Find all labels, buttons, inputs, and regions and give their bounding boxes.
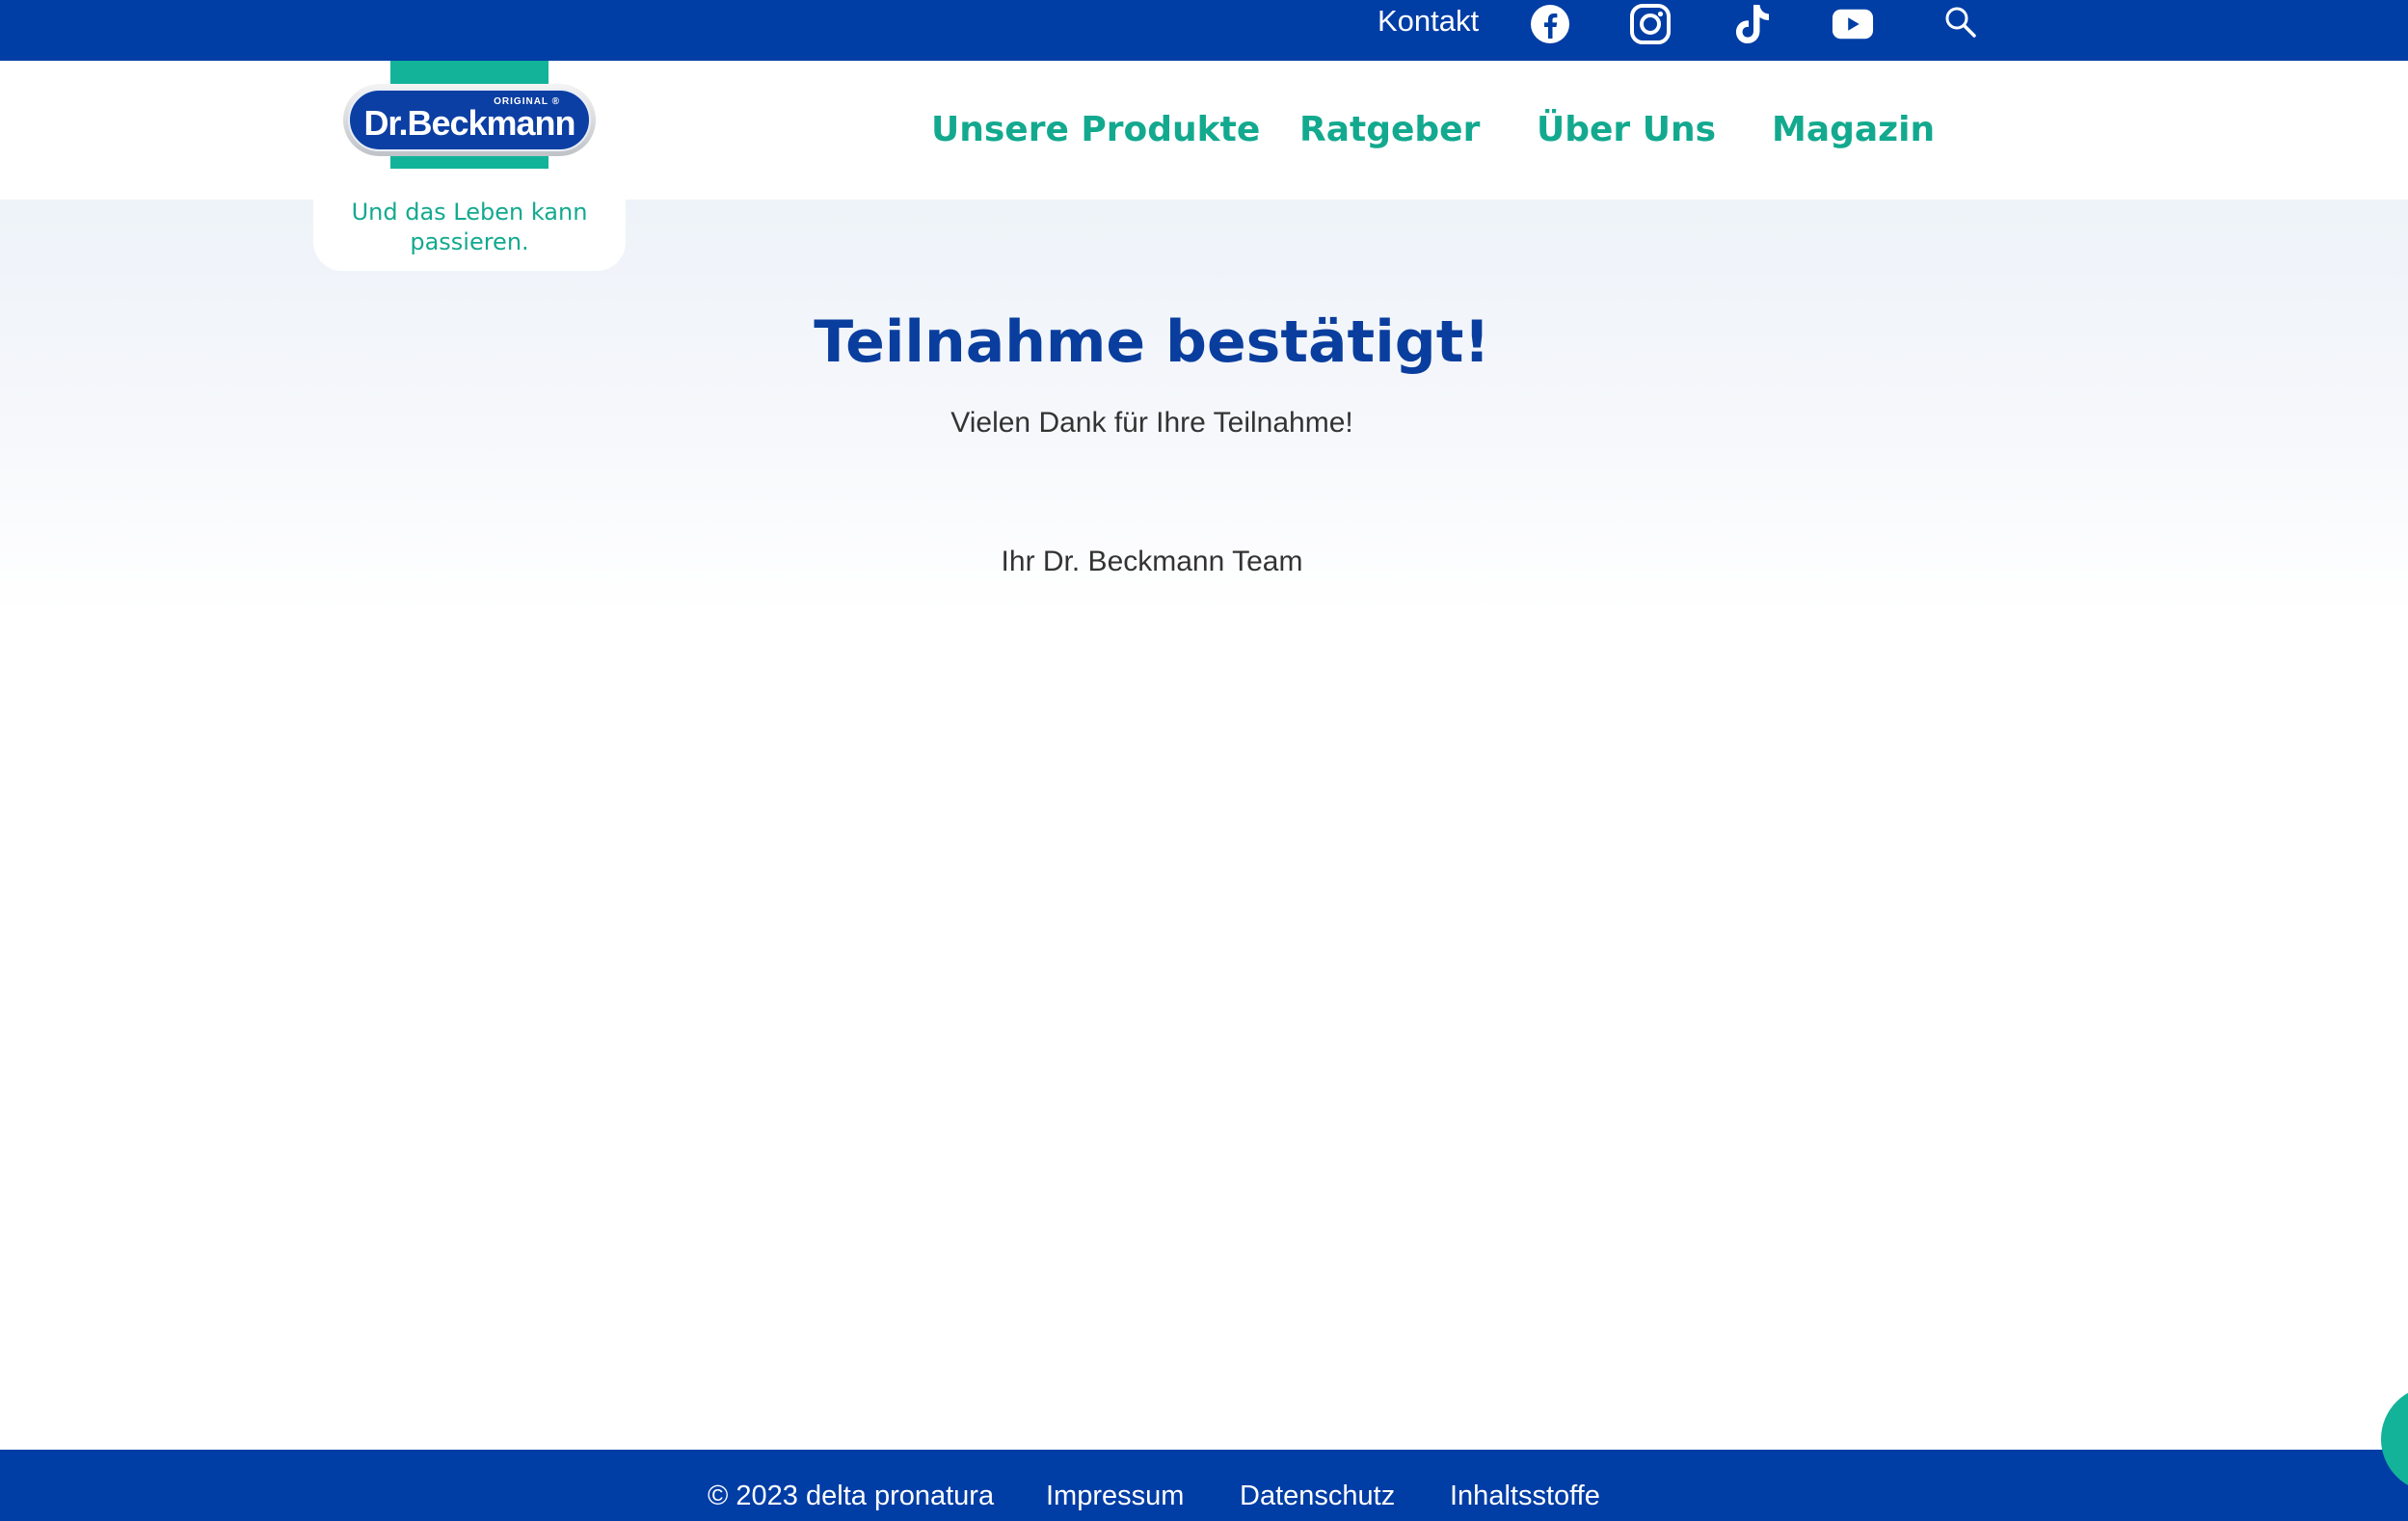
site-footer bbox=[0, 1450, 2408, 1521]
page-title: Teilnahme bestätigt! bbox=[814, 308, 1490, 376]
youtube-icon[interactable] bbox=[1832, 3, 1874, 45]
footer-link-impressum[interactable]: Impressum bbox=[1046, 1477, 1184, 1515]
contact-link[interactable]: Kontakt bbox=[1378, 0, 1479, 42]
nav-item-ueber-uns[interactable]: Über Uns bbox=[1537, 106, 1716, 154]
tiktok-icon[interactable] bbox=[1731, 3, 1774, 45]
brand-logo[interactable]: ORIGINAL ® Dr.Beckmann bbox=[343, 84, 596, 156]
footer-link-datenschutz[interactable]: Datenschutz bbox=[1240, 1477, 1395, 1515]
logo-wordmark: Dr.Beckmann bbox=[363, 103, 575, 143]
signature-text: Ihr Dr. Beckmann Team bbox=[1001, 546, 1303, 577]
thank-you-text: Vielen Dank für Ihre Teilnahme! bbox=[950, 407, 1353, 439]
brand-tagline: Und das Leben kann passieren. bbox=[351, 199, 588, 255]
nav-item-magazin[interactable]: Magazin bbox=[1772, 106, 1935, 154]
nav-item-produkte[interactable]: Unsere Produkte bbox=[931, 106, 1260, 154]
search-icon[interactable] bbox=[1940, 1, 1982, 43]
facebook-icon[interactable] bbox=[1529, 3, 1571, 45]
top-bar bbox=[0, 0, 2408, 61]
footer-link-inhaltsstoffe[interactable]: Inhaltsstoffe bbox=[1450, 1477, 1600, 1515]
logo-oval: ORIGINAL ® Dr.Beckmann bbox=[348, 89, 591, 151]
footer-copyright: © 2023 delta pronatura bbox=[708, 1481, 995, 1511]
nav-item-ratgeber[interactable]: Ratgeber bbox=[1299, 106, 1480, 154]
instagram-icon[interactable] bbox=[1629, 3, 1672, 45]
